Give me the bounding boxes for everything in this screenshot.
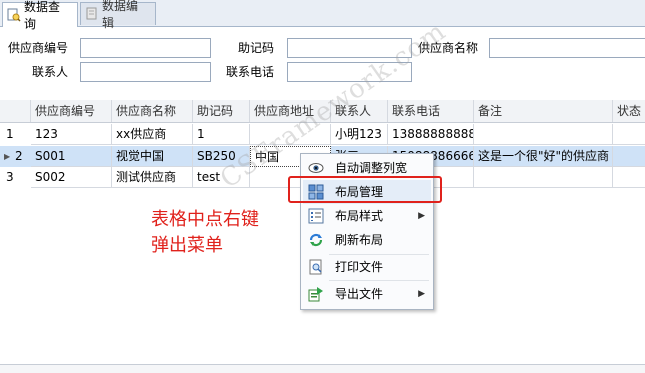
menu-separator — [329, 280, 429, 281]
tab-data-edit[interactable]: 数据编辑 — [80, 0, 156, 30]
cell-supplier-code[interactable]: 123 — [31, 124, 112, 145]
highlight-box — [288, 176, 442, 203]
supplier-name-input[interactable] — [489, 38, 645, 58]
search-doc-icon — [7, 8, 21, 22]
row-number: 1 — [6, 127, 14, 141]
cell-supplier-code[interactable]: S001 — [31, 146, 112, 167]
column-header[interactable]: 状态 — [613, 100, 645, 122]
print-preview-icon — [308, 259, 324, 275]
contact-input[interactable] — [80, 62, 211, 82]
column-header[interactable]: 供应商编号 — [31, 100, 112, 122]
menu-item-export-file[interactable]: 导出文件 ▶ — [303, 282, 431, 306]
row-number: 2 — [15, 149, 23, 163]
edit-doc-icon — [85, 7, 99, 21]
column-header[interactable]: 供应商名称 — [112, 100, 193, 122]
phone-label: 联系电话 — [225, 65, 274, 79]
tab-data-query[interactable]: 数据查询 — [2, 0, 78, 31]
cell-supplier-name[interactable]: 测试供应商 — [112, 167, 193, 188]
menu-item-label: 导出文件 — [335, 287, 384, 301]
supplier-code-label: 供应商编号 — [7, 41, 68, 55]
menu-item-print-file[interactable]: 打印文件 — [303, 255, 431, 279]
menu-item-label: 打印文件 — [335, 260, 384, 274]
tab-data-edit-label: 数据编辑 — [102, 0, 139, 30]
cell-status[interactable] — [613, 124, 645, 145]
cell-remark[interactable]: 这是一个很"好"的供应商 — [474, 146, 613, 167]
column-header[interactable]: 助记码 — [193, 100, 250, 122]
cell-supplier-code[interactable]: S002 — [31, 167, 112, 188]
cell-status[interactable] — [613, 146, 645, 167]
submenu-arrow-icon: ▶ — [418, 211, 425, 221]
menu-item-layout-style[interactable]: 布局样式 ▶ — [303, 204, 431, 228]
tab-bar: 数据查询 数据编辑 — [0, 0, 645, 31]
menu-item-label: 刷新布局 — [335, 233, 384, 247]
eye-icon — [308, 160, 324, 176]
cell-remark[interactable] — [474, 124, 613, 145]
row-indicator-header — [0, 100, 31, 122]
cell-supplier-name[interactable]: 视觉中国 — [112, 146, 193, 167]
tab-data-query-label: 数据查询 — [24, 0, 61, 31]
annotation-line-1: 表格中点右键 — [151, 209, 259, 230]
mnemonic-label: 助记码 — [237, 41, 274, 55]
export-icon — [308, 286, 324, 302]
annotation-line-2: 弹出菜单 — [151, 235, 223, 256]
contact-label: 联系人 — [31, 65, 68, 79]
annotation-text: 表格中点右键 弹出菜单 — [151, 207, 259, 259]
cell-mnemonic[interactable]: 1 — [193, 124, 250, 145]
refresh-icon — [308, 232, 324, 248]
cell-contact[interactable]: 小明123 — [331, 124, 388, 145]
cell-phone[interactable]: 13888888888 — [388, 124, 474, 145]
cell-supplier-name[interactable]: xx供应商 — [112, 124, 193, 145]
menu-item-refresh-layout[interactable]: 刷新布局 — [303, 228, 431, 252]
menu-item-label: 布局样式 — [335, 209, 384, 223]
column-header[interactable]: 备注 — [474, 100, 613, 122]
cell-status[interactable] — [613, 167, 645, 188]
column-header[interactable]: 联系电话 — [388, 100, 474, 122]
supplier-code-input[interactable] — [80, 38, 211, 58]
submenu-arrow-icon: ▶ — [418, 289, 425, 299]
list-style-icon — [308, 208, 324, 224]
cell-remark[interactable] — [474, 167, 613, 188]
row-number: 3 — [6, 170, 14, 184]
